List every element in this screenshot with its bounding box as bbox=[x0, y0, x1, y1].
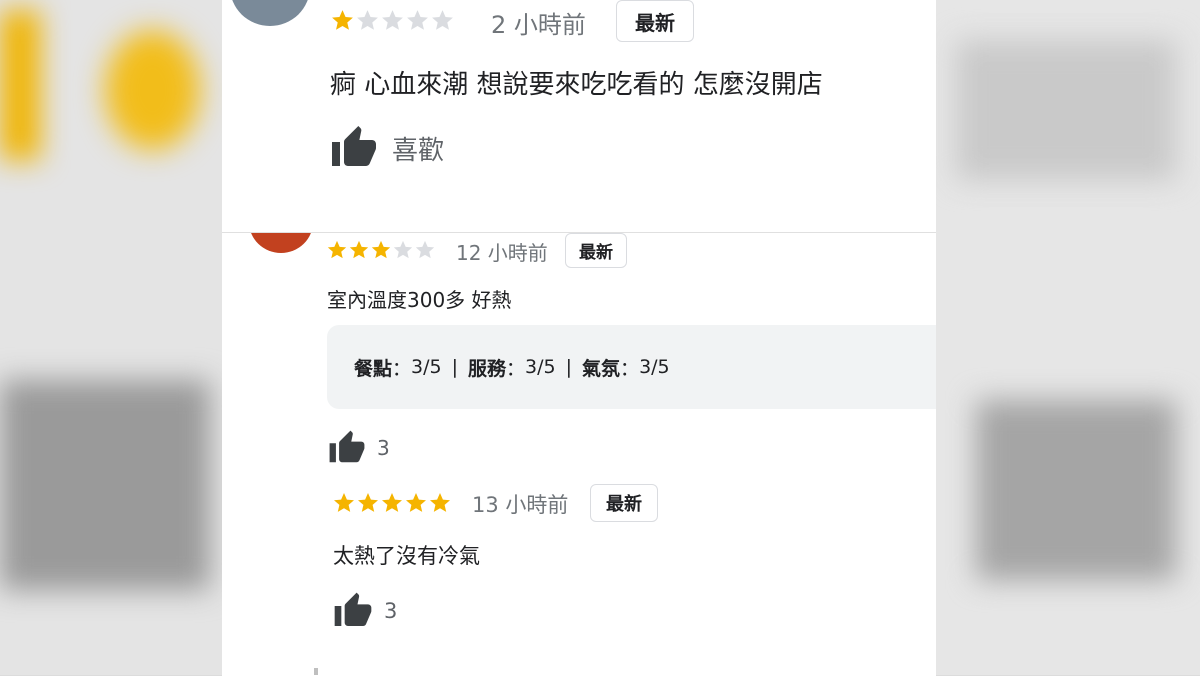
like-count: 3 bbox=[377, 436, 390, 460]
review-list: 12 小時前 最新 室內溫度300多 好熱 餐點： 3/5 | 服務： 3/5 | … bbox=[222, 232, 936, 676]
star-empty-icon bbox=[382, 10, 403, 30]
star-rating bbox=[330, 8, 455, 33]
review-time: 2 小時前 bbox=[491, 11, 586, 39]
newest-badge[interactable]: 最新 bbox=[590, 484, 658, 522]
newest-badge[interactable]: 最新 bbox=[616, 0, 694, 42]
food-value: 3/5 bbox=[411, 356, 442, 378]
reviewer-avatar[interactable] bbox=[230, 0, 310, 26]
colon: ： bbox=[506, 357, 526, 380]
star-rating bbox=[332, 491, 452, 515]
colon: ： bbox=[392, 357, 412, 380]
thumbs-up-icon bbox=[333, 591, 373, 631]
like-label: 喜歡 bbox=[392, 135, 445, 166]
ratings-summary: 餐點： 3/5 | 服務： 3/5 | 氣氛： 3/5 bbox=[327, 325, 936, 409]
blurred-shape bbox=[956, 40, 1176, 180]
star-empty-icon bbox=[393, 240, 413, 259]
blurred-shape bbox=[976, 400, 1176, 580]
blurred-shape bbox=[105, 30, 200, 150]
blurred-shape bbox=[0, 380, 210, 590]
review-time: 13 小時前 bbox=[472, 493, 569, 517]
review-text: 室內溫度300多 好熱 bbox=[327, 288, 512, 312]
blurred-background-right bbox=[936, 0, 1200, 675]
star-filled-icon bbox=[430, 493, 450, 512]
blurred-shape bbox=[0, 10, 40, 160]
separator: | bbox=[451, 356, 459, 378]
service-value: 3/5 bbox=[525, 356, 556, 378]
like-button[interactable]: 3 bbox=[328, 429, 390, 467]
star-empty-icon bbox=[432, 10, 453, 30]
like-button[interactable]: 3 bbox=[333, 591, 397, 631]
review-time: 12 小時前 bbox=[456, 241, 548, 265]
blurred-background-left bbox=[0, 0, 222, 675]
thumbs-up-icon bbox=[330, 124, 378, 172]
reviewer-avatar[interactable] bbox=[249, 233, 313, 253]
like-count: 3 bbox=[384, 599, 398, 623]
scroll-indicator bbox=[314, 668, 318, 675]
star-filled-icon bbox=[371, 240, 391, 259]
review-card-1: 2 小時前 最新 痾 心血來潮 想說要來吃吃看的 怎麼沒開店 喜歡 bbox=[222, 0, 936, 232]
star-empty-icon bbox=[357, 10, 378, 30]
star-filled-icon bbox=[332, 10, 353, 30]
separator: | bbox=[565, 356, 573, 378]
newest-badge[interactable]: 最新 bbox=[565, 233, 627, 268]
star-empty-icon bbox=[415, 240, 435, 259]
star-filled-icon bbox=[327, 240, 347, 259]
food-label: 餐點 bbox=[354, 357, 393, 380]
star-filled-icon bbox=[334, 493, 354, 512]
star-filled-icon bbox=[349, 240, 369, 259]
atmosphere-label: 氣氛 bbox=[582, 357, 621, 380]
like-button[interactable]: 喜歡 bbox=[330, 124, 444, 172]
star-filled-icon bbox=[406, 493, 426, 512]
star-empty-icon bbox=[407, 10, 428, 30]
service-label: 服務 bbox=[468, 357, 507, 380]
star-filled-icon bbox=[358, 493, 378, 512]
star-filled-icon bbox=[382, 493, 402, 512]
thumbs-up-icon bbox=[328, 429, 366, 467]
atmosphere-value: 3/5 bbox=[639, 356, 670, 378]
colon: ： bbox=[620, 357, 640, 380]
star-rating bbox=[326, 239, 436, 261]
review-text: 太熱了沒有冷氣 bbox=[333, 544, 480, 568]
review-text: 痾 心血來潮 想說要來吃吃看的 怎麼沒開店 bbox=[330, 70, 823, 100]
